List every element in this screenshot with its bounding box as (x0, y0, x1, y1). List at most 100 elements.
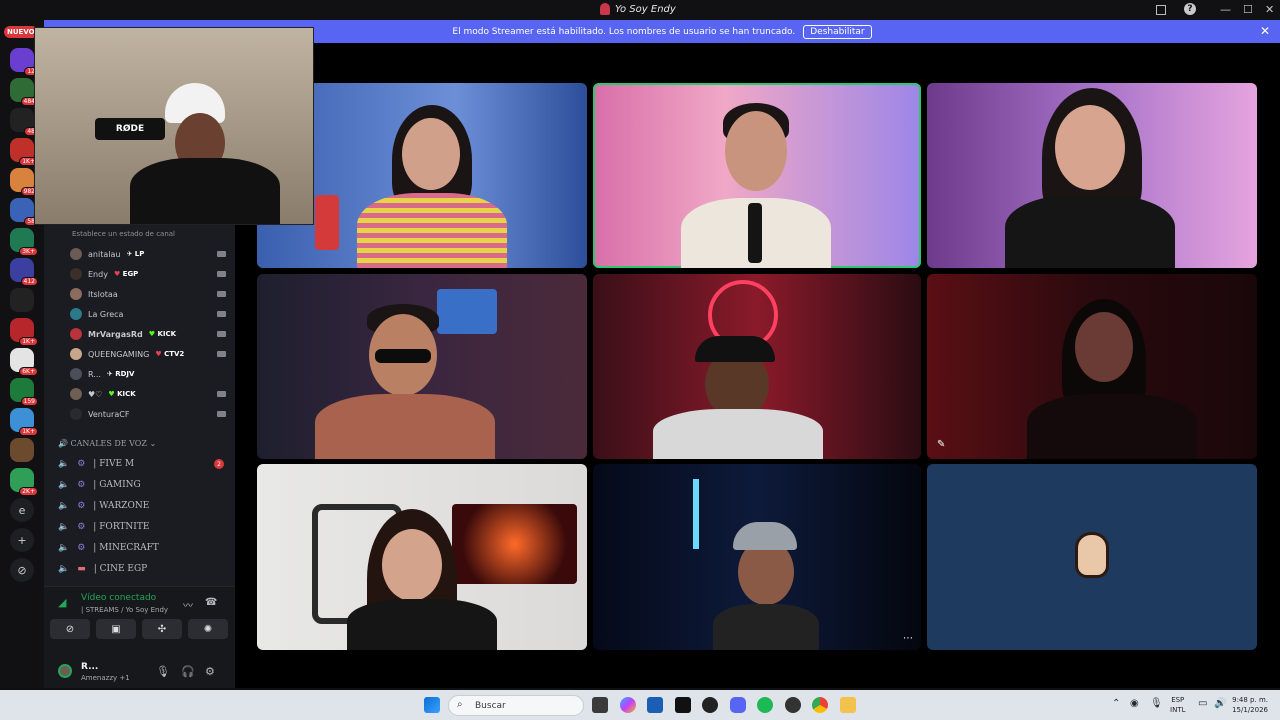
signal-icon: ◢ (58, 596, 67, 609)
avatar[interactable] (58, 664, 72, 678)
server-icon[interactable]: 1K+ (10, 318, 38, 346)
voice-user[interactable]: R... ✈ RDJV (70, 366, 226, 382)
add-server-icon[interactable]: + (10, 528, 34, 552)
background-screen (452, 504, 577, 584)
video-tile[interactable]: ⋯ (593, 464, 921, 650)
banner-message: El modo Streamer está habilitado. Los no… (452, 26, 796, 37)
username[interactable]: R... (81, 662, 98, 672)
tag-icon: ♥ (148, 330, 156, 338)
voice-user[interactable]: La Greca (70, 306, 226, 322)
video-tile[interactable]: ✎ (927, 274, 1257, 459)
noise-suppression-icon[interactable]: 〰 (183, 597, 193, 612)
discover-icon[interactable]: ⊘ (10, 558, 34, 582)
windows-start-icon[interactable] (424, 697, 440, 713)
inbox-icon[interactable] (1156, 5, 1166, 15)
channel-emoji-icon: ⚙ (77, 459, 86, 469)
video-tile[interactable] (257, 464, 587, 650)
copilot-icon[interactable] (620, 697, 636, 713)
video-tile[interactable] (593, 274, 921, 459)
disable-streamer-mode-button[interactable]: Deshabilitar (803, 24, 872, 39)
app-icon[interactable] (785, 697, 801, 713)
video-tile[interactable] (927, 83, 1257, 268)
voice-user[interactable]: QUEENGAMING ♥ CTV2 (70, 346, 226, 362)
voice-user[interactable]: Endy ♥ EGP (70, 266, 226, 282)
close-banner-icon[interactable]: ✕ (1260, 24, 1270, 38)
app-icon[interactable] (702, 697, 718, 713)
server-icon[interactable]: 159 (10, 378, 38, 406)
server-icon[interactable]: 48 (10, 108, 38, 136)
server-badge: 412 (20, 277, 38, 286)
server-icon[interactable]: 12 (10, 48, 38, 76)
chrome-icon[interactable] (812, 697, 828, 713)
video-tile-avatar-only[interactable] (927, 464, 1257, 650)
server-badge: 1K+ (19, 427, 38, 436)
server-icon[interactable]: 1K+ (10, 408, 38, 436)
channel-status-hint[interactable]: Establece un estado de canal (72, 230, 175, 238)
taskbar-search[interactable]: ⌕ Buscar (448, 695, 584, 716)
voice-channel[interactable]: 🔈 ▬ | CINE EGP (58, 559, 224, 579)
server-icon[interactable]: 58 (10, 198, 38, 226)
camera-toggle-button[interactable]: ⊘ (50, 619, 90, 639)
voice-channel[interactable]: 🔈 ⚙ | WARZONE (58, 496, 224, 516)
voice-user[interactable]: ♥♡ ♥ KICK (70, 386, 226, 402)
server-icon[interactable]: 2K+ (10, 468, 38, 496)
maximize-button[interactable]: ☐ (1243, 3, 1253, 16)
activities-button[interactable]: ✣ (142, 619, 182, 639)
video-tile-speaking[interactable] (593, 83, 921, 268)
voice-channel[interactable]: 🔈 ⚙ | GAMING (58, 475, 224, 495)
voice-user[interactable]: Itslotaa (70, 286, 226, 302)
voice-status[interactable]: Vídeo conectado (81, 593, 156, 603)
tag-text: CTV2 (164, 350, 185, 358)
baseball-cap (733, 522, 797, 550)
server-icon[interactable]: 1K+ (10, 138, 38, 166)
voice-channel[interactable]: 🔈 ⚙ | MINECRAFT (58, 538, 224, 558)
volume-icon[interactable]: 🔊 (1214, 698, 1226, 709)
channel-emoji-icon: ⚙ (77, 501, 86, 511)
tray-overflow-icon[interactable]: ⌃ (1112, 698, 1120, 709)
minimize-button[interactable]: — (1220, 3, 1231, 16)
settings-gear-icon[interactable]: ⚙ (205, 665, 215, 678)
server-icon[interactable]: 6K+ (10, 348, 38, 376)
server-letter-icon[interactable]: e (10, 498, 34, 522)
disconnect-icon[interactable]: ☎ (205, 597, 217, 608)
file-explorer-icon[interactable] (840, 697, 856, 713)
screen-share-button[interactable]: ▣ (96, 619, 136, 639)
voice-channel-name: | FORTNITE (93, 522, 150, 532)
video-tile[interactable] (257, 274, 587, 459)
microphone-icon[interactable]: 🎙 (156, 665, 170, 678)
channel-user-count: 2 (214, 459, 224, 469)
tray-app-icon[interactable]: ◉ (1130, 698, 1139, 709)
voice-user[interactable]: MrVargasRd ♥ KICK (70, 326, 226, 342)
camera-icon (217, 311, 226, 317)
discord-icon[interactable] (730, 697, 746, 713)
tray-mic-icon[interactable]: 🎙 (1150, 698, 1163, 709)
screen-share-icon: ▣ (111, 623, 121, 635)
speaker-icon: 🔈 (58, 564, 70, 574)
help-icon[interactable]: ? (1184, 3, 1196, 15)
clock[interactable]: 9:48 p. m. 15/1/2026 (1232, 695, 1268, 715)
server-icon[interactable]: 484 (10, 78, 38, 106)
task-view-icon[interactable] (592, 697, 608, 713)
voice-category[interactable]: 🔊 CANALES DE VOZ ⌄ (58, 439, 156, 448)
network-icon[interactable]: ▭ (1198, 698, 1207, 709)
soundboard-button[interactable]: ✺ (188, 619, 228, 639)
server-icon[interactable] (10, 288, 34, 312)
close-window-button[interactable]: ✕ (1265, 3, 1274, 16)
server-icon[interactable] (10, 438, 34, 462)
voice-channel-path[interactable]: | STREAMS / Yo Soy Endy (81, 606, 168, 614)
voice-channel[interactable]: 🔈 ⚙ | FORTNITE (58, 517, 224, 537)
server-icon[interactable]: 3K+ (10, 228, 38, 256)
headphones-icon[interactable]: 🎧 (181, 665, 195, 678)
server-icon[interactable]: 412 (10, 258, 38, 286)
voice-user[interactable]: anitalau ✈ LP (70, 246, 226, 262)
input-language[interactable]: ESP INTL (1170, 695, 1185, 715)
voice-channel[interactable]: 🔈 ⚙ | FIVE M 2 (58, 454, 224, 474)
terminal-icon[interactable] (675, 697, 691, 713)
voice-user-name: MrVargasRd (88, 329, 143, 339)
server-icon[interactable]: 982 (10, 168, 38, 196)
server-badge: 1K+ (19, 337, 38, 346)
spotify-icon[interactable] (757, 697, 773, 713)
voice-user[interactable]: VenturaCF (70, 406, 226, 422)
more-options-icon[interactable]: ⋯ (903, 633, 913, 644)
app-icon[interactable] (647, 697, 663, 713)
